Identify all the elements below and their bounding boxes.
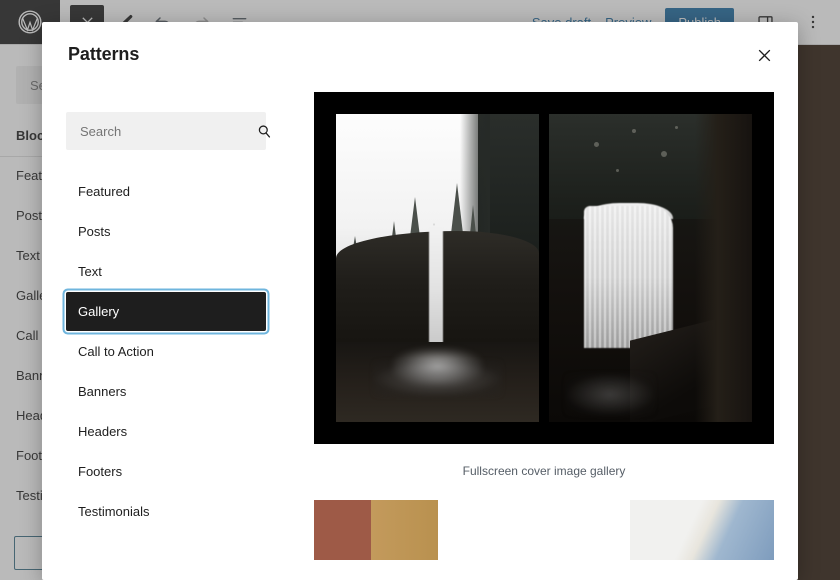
pattern-category-label: Text (78, 264, 102, 279)
pattern-category-text[interactable]: Text (66, 252, 266, 291)
pattern-preview[interactable] (314, 92, 774, 444)
patterns-modal: Patterns Search Featured Posts Text Gall… (42, 22, 798, 580)
pattern-card[interactable] (314, 500, 438, 560)
pattern-category-label: Banners (78, 384, 127, 399)
pattern-category-gallery[interactable]: Gallery (66, 292, 266, 331)
pattern-category-footers[interactable]: Footers (66, 452, 266, 491)
pattern-category-banners[interactable]: Banners (66, 372, 266, 411)
pattern-category-list: Featured Posts Text Gallery Call to Acti… (42, 172, 290, 531)
search-icon (256, 123, 273, 140)
photo-waterfall (583, 206, 673, 349)
pattern-category-testimonials[interactable]: Testimonials (66, 492, 266, 531)
pattern-category-label: Gallery (78, 304, 120, 319)
pattern-category-featured[interactable]: Featured (66, 172, 266, 211)
search-field[interactable] (66, 112, 271, 150)
pattern-category-call-to-action[interactable]: Call to Action (66, 332, 266, 371)
wordpress-block-editor: Search Blocks Featured Posts Text Galler… (0, 0, 840, 580)
search-input[interactable] (80, 123, 256, 139)
photo-vines (695, 114, 752, 422)
pattern-category-label: Headers (78, 424, 128, 439)
pattern-category-label: Posts (78, 224, 111, 239)
layout-spacer (462, 500, 606, 560)
patterns-sidebar: Featured Posts Text Gallery Call to Acti… (42, 92, 290, 580)
pattern-row-partial (314, 496, 774, 560)
pattern-category-headers[interactable]: Headers (66, 412, 266, 451)
pattern-caption: Fullscreen cover image gallery (462, 464, 626, 478)
pattern-category-posts[interactable]: Posts (66, 212, 266, 251)
modal-body: Featured Posts Text Gallery Call to Acti… (42, 92, 798, 580)
gallery-photo-right (549, 114, 752, 422)
pattern-category-label: Featured (78, 184, 131, 199)
photo-pool (372, 360, 503, 398)
modal-header: Patterns (42, 22, 798, 92)
photo-pool (565, 372, 655, 416)
pattern-card[interactable]: Fullscreen cover image gallery (314, 92, 774, 478)
patterns-preview-list[interactable]: Fullscreen cover image gallery (290, 92, 798, 580)
pattern-category-label: Footers (78, 464, 123, 479)
pattern-category-label: Testimonials (78, 504, 150, 519)
pattern-card[interactable] (630, 500, 774, 560)
close-icon[interactable] (746, 37, 782, 73)
gallery-photo-left (336, 114, 539, 422)
modal-title: Patterns (68, 44, 140, 64)
pattern-category-label: Call to Action (78, 344, 154, 359)
